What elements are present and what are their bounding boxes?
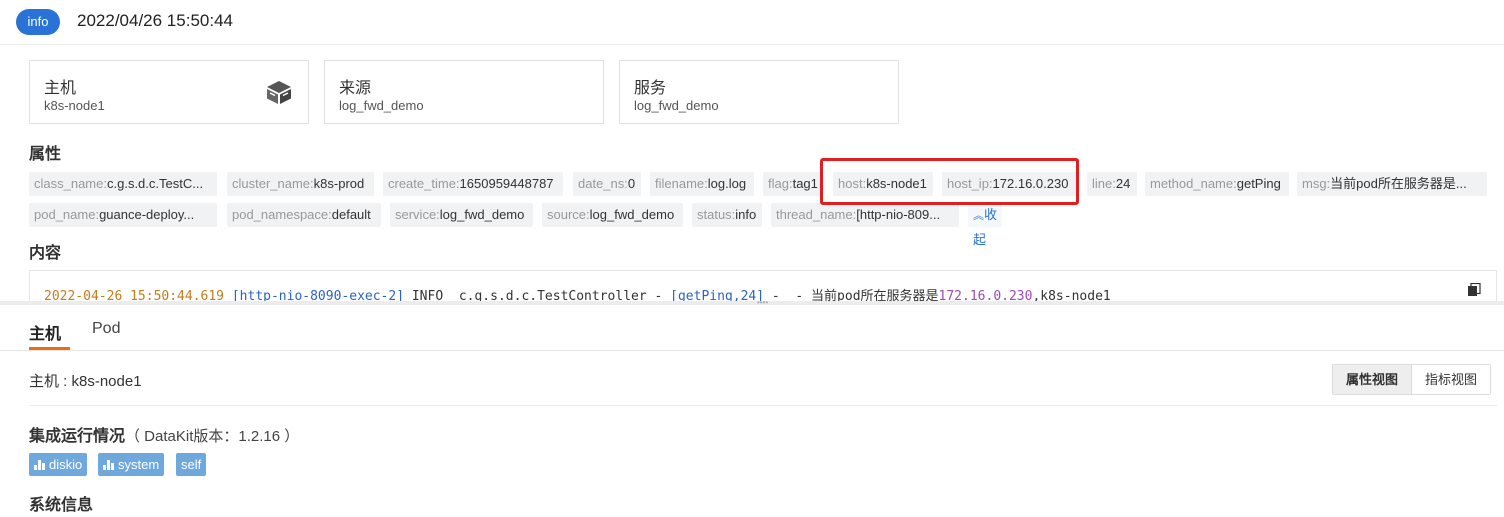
card-value: k8s-node1 bbox=[44, 98, 105, 113]
integration-title: 集成运行情况 bbox=[29, 428, 126, 445]
card-value: log_fwd_demo bbox=[339, 98, 424, 113]
attributes-title: 属性 bbox=[29, 146, 62, 163]
bar-chart-icon bbox=[34, 459, 45, 470]
attribute-tag[interactable]: cluster_name:k8s-prod bbox=[227, 172, 374, 196]
log-detail-header: info 2022/04/26 15:50:44 bbox=[0, 0, 1504, 44]
server-icon bbox=[267, 81, 291, 104]
tab-pod[interactable]: Pod bbox=[92, 320, 120, 338]
datakit-version: （ DataKit版本：1.2.16 ） bbox=[125, 428, 300, 445]
plugin-system[interactable]: system bbox=[98, 453, 165, 476]
tabs-divider bbox=[0, 350, 1504, 351]
tab-host[interactable]: 主机 bbox=[29, 320, 70, 344]
attribute-tag[interactable]: pod_name:guance-deploy... bbox=[29, 203, 217, 227]
drag-grip-icon[interactable]: •••• bbox=[757, 299, 783, 307]
card-title: 主机 bbox=[44, 80, 77, 97]
attribute-tag[interactable]: method_name:getPing bbox=[1145, 172, 1289, 196]
attribute-view-button[interactable]: 属性视图 bbox=[1333, 365, 1412, 394]
host-summary: 主机 : k8s-node1 bbox=[29, 373, 142, 390]
card-title: 来源 bbox=[339, 80, 372, 97]
chevron-up-icon: ︽ bbox=[973, 210, 984, 222]
highlight-annotation bbox=[820, 158, 1079, 205]
integration-heading: 集成运行情况（ DataKit版本：1.2.16 ） bbox=[29, 422, 299, 446]
attribute-tag[interactable]: msg:当前pod所在服务器是... bbox=[1297, 172, 1487, 196]
attribute-tag[interactable]: service:log_fwd_demo bbox=[390, 203, 533, 227]
attribute-tag[interactable]: thread_name:[http-nio-809... bbox=[771, 203, 959, 227]
attribute-tag[interactable]: class_name:c.g.s.d.c.TestC... bbox=[29, 172, 217, 196]
content-title: 内容 bbox=[29, 245, 62, 262]
view-switcher: 属性视图 指标视图 bbox=[1332, 364, 1492, 395]
bar-chart-icon bbox=[103, 459, 114, 470]
log-timestamp: 2022/04/26 15:50:44 bbox=[77, 11, 233, 30]
copy-icon[interactable] bbox=[1467, 283, 1481, 297]
attribute-tag[interactable]: filename:log.log bbox=[650, 172, 754, 196]
status-badge: info bbox=[16, 9, 60, 35]
attribute-tag[interactable]: create_time:1650959448787 bbox=[383, 172, 563, 196]
card-value: log_fwd_demo bbox=[634, 98, 719, 113]
resize-handle[interactable] bbox=[0, 301, 1504, 305]
attribute-tag[interactable]: pod_namespace:default bbox=[227, 203, 381, 227]
divider bbox=[0, 44, 1504, 45]
collapse-toggle[interactable]: ︽收起 bbox=[968, 203, 1003, 247]
system-info-title: 系统信息 bbox=[29, 497, 94, 514]
source-card[interactable]: 来源 log_fwd_demo bbox=[324, 60, 604, 124]
attribute-tag[interactable]: status:info bbox=[692, 203, 762, 227]
attribute-tag[interactable]: flag:tag1 bbox=[763, 172, 823, 196]
attribute-tag[interactable]: date_ns:0 bbox=[573, 172, 641, 196]
service-card[interactable]: 服务 log_fwd_demo bbox=[619, 60, 899, 124]
card-title: 服务 bbox=[634, 80, 667, 97]
attribute-tag[interactable]: source:log_fwd_demo bbox=[542, 203, 683, 227]
metric-view-button[interactable]: 指标视图 bbox=[1411, 365, 1491, 394]
attribute-tag[interactable]: line:24 bbox=[1087, 172, 1137, 196]
plugin-self[interactable]: self bbox=[176, 453, 207, 476]
divider bbox=[29, 405, 1497, 406]
plugin-diskio[interactable]: diskio bbox=[29, 453, 88, 476]
host-card[interactable]: 主机 k8s-node1 bbox=[29, 60, 309, 124]
